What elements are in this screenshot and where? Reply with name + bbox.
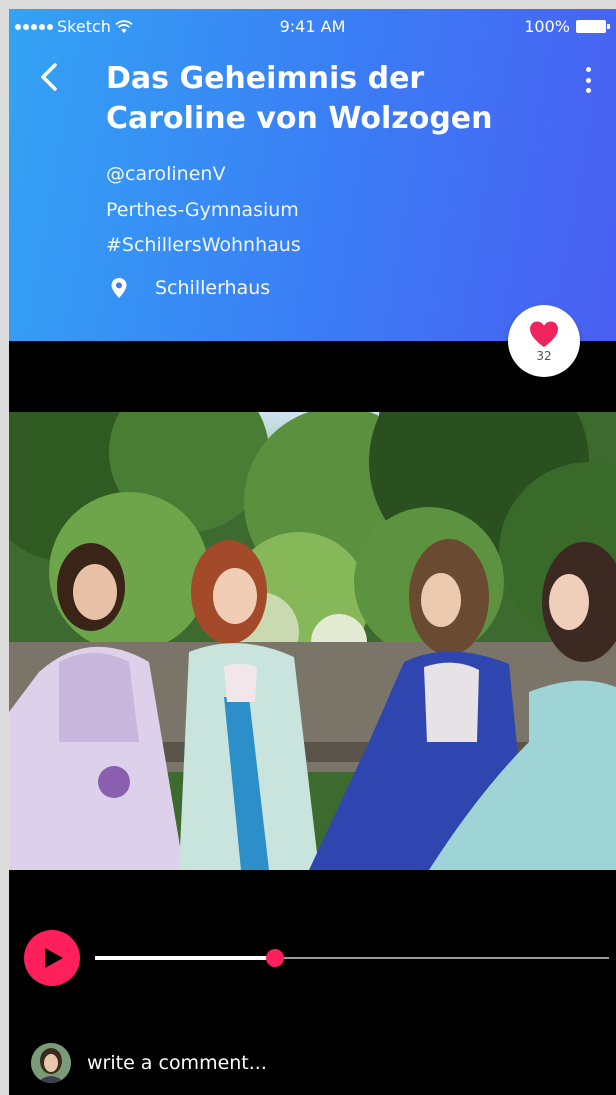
status-right: 100% — [524, 17, 610, 36]
progress-thumb[interactable] — [266, 949, 284, 967]
audio-player — [9, 927, 616, 987]
avatar-image — [31, 1043, 71, 1083]
location-row[interactable]: Schillerhaus — [109, 277, 270, 299]
post-title: Das Geheimnis der Caroline von Wolzogen — [106, 59, 576, 139]
more-vertical-icon — [585, 67, 591, 72]
comment-input[interactable] — [87, 1052, 507, 1074]
app-screen: Sketch 9:41 AM 100% Das Geheimnis der Ca… — [9, 9, 616, 1095]
like-count: 32 — [536, 348, 552, 363]
hashtag-link[interactable]: #SchillersWohnhaus — [106, 234, 301, 256]
like-button[interactable]: 32 — [508, 305, 580, 377]
back-button[interactable] — [33, 57, 67, 97]
photo-illustration — [9, 412, 616, 870]
play-button[interactable] — [24, 930, 80, 986]
post-title-line-2: Caroline von Wolzogen — [106, 101, 493, 136]
heart-icon — [530, 321, 558, 347]
user-handle[interactable]: @carolinenV — [106, 163, 225, 185]
play-icon — [45, 948, 63, 968]
post-photo — [9, 412, 616, 870]
avatar — [31, 1043, 71, 1083]
battery-percent: 100% — [524, 17, 570, 36]
post-header: Sketch 9:41 AM 100% Das Geheimnis der Ca… — [9, 9, 616, 341]
progress-fill — [95, 956, 275, 960]
map-pin-icon — [111, 278, 127, 298]
school-name: Perthes-Gymnasium — [106, 199, 299, 221]
more-options-button[interactable] — [578, 63, 598, 97]
status-bar: Sketch 9:41 AM 100% — [9, 9, 616, 45]
battery-icon — [576, 20, 610, 33]
location-label: Schillerhaus — [155, 277, 271, 299]
post-title-line-1: Das Geheimnis der — [106, 61, 425, 96]
comment-row[interactable] — [31, 1043, 507, 1083]
chevron-left-icon — [41, 63, 57, 91]
